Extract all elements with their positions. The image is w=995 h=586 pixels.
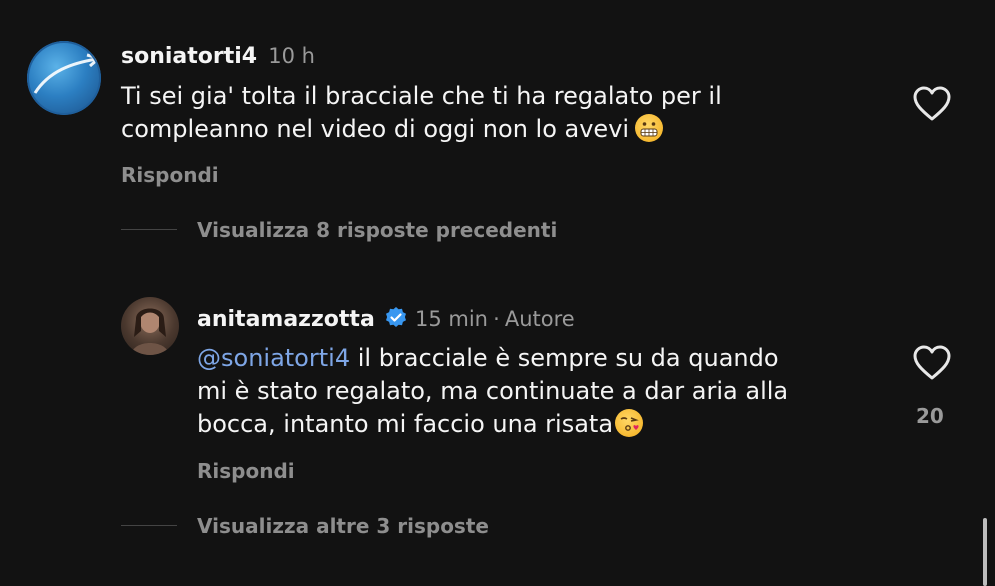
reply-timestamp: 15 min	[414, 307, 488, 331]
view-previous-replies-button[interactable]: Visualizza 8 risposte precedenti	[197, 218, 557, 242]
reply-button[interactable]: Rispondi	[121, 163, 219, 187]
comment-text-segment: compleanno nel video di oggi non lo avev…	[121, 115, 630, 143]
comment-username[interactable]: soniatorti4	[121, 44, 257, 69]
mention-link[interactable]: @soniatorti4	[197, 344, 350, 372]
reply-text-line: @soniatorti4 il bracciale è sempre su da…	[197, 342, 788, 375]
reply-text-line: mi è stato regalato, ma continuate a dar…	[197, 377, 789, 405]
like-heart-icon[interactable]	[913, 345, 951, 381]
comment-text-line: Ti sei gia' tolta il bracciale che ti ha…	[121, 82, 722, 110]
avatar-photo-icon	[131, 308, 169, 355]
meta-separator: ·	[493, 307, 500, 331]
reply-text-segment: bocca, intanto mi faccio una risata	[197, 410, 614, 438]
view-replies-divider	[121, 229, 177, 230]
author-tag: Autore	[504, 307, 575, 331]
comment-text-line: compleanno nel video di oggi non lo avev…	[121, 113, 722, 146]
view-replies-divider	[121, 525, 177, 526]
view-more-replies-button[interactable]: Visualizza altre 3 risposte	[197, 514, 489, 538]
reply-username[interactable]: anitamazzotta	[197, 307, 375, 332]
reply-button[interactable]: Rispondi	[197, 459, 295, 483]
like-count: 20	[916, 404, 944, 428]
reply-text: @soniatorti4 il bracciale è sempre su da…	[197, 342, 788, 441]
avatar-logo-icon	[27, 41, 101, 115]
reply-text-line: bocca, intanto mi faccio una risata	[197, 408, 788, 441]
grimacing-face-emoji-icon	[635, 114, 664, 142]
reply-text-segment: il bracciale è sempre su da quando	[350, 344, 779, 372]
comment-text: Ti sei gia' tolta il bracciale che ti ha…	[121, 80, 722, 146]
verified-badge-icon	[385, 307, 406, 327]
scrollbar[interactable]	[983, 518, 987, 586]
comment-timestamp: 10 h	[268, 44, 315, 68]
kiss-face-emoji-icon	[615, 409, 644, 437]
avatar[interactable]	[27, 41, 101, 115]
like-heart-icon[interactable]	[913, 86, 951, 122]
avatar[interactable]	[121, 297, 179, 355]
